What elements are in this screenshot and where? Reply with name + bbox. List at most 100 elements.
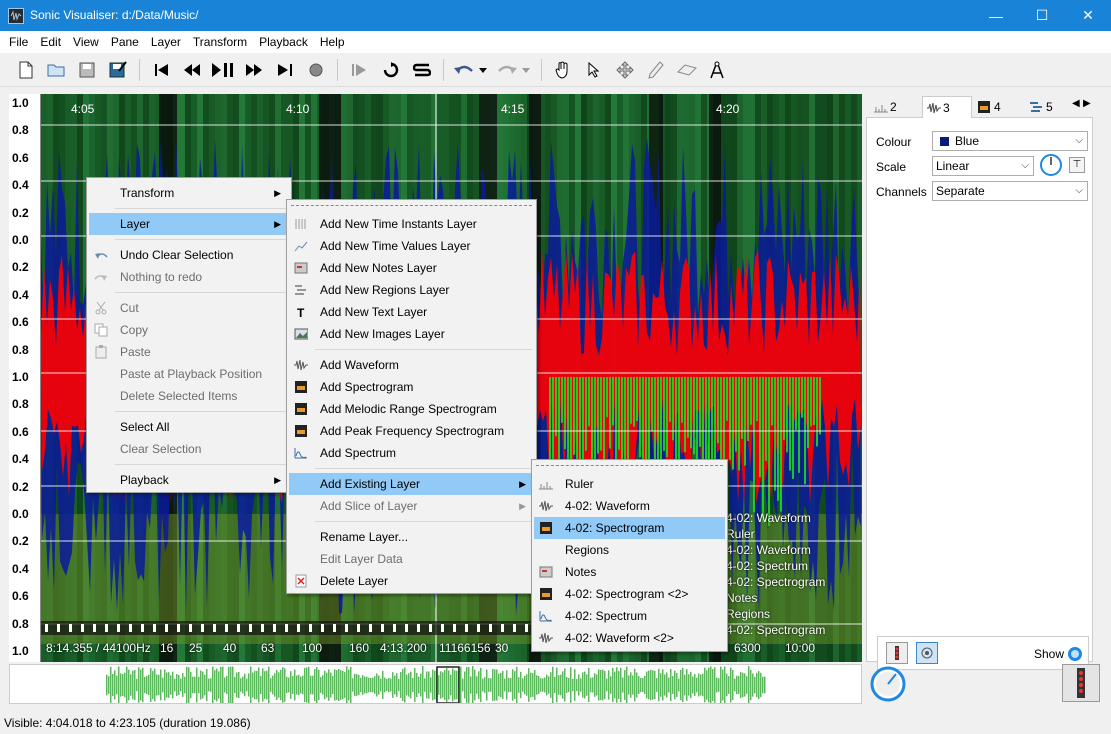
- menu-item-add-existing-layer[interactable]: Add Existing Layer ▶: [289, 473, 534, 495]
- menu-item-existing-waveform-2[interactable]: 4-02: Waveform <2>: [534, 627, 725, 649]
- forward-end-icon[interactable]: [273, 58, 297, 82]
- reset-button[interactable]: ⊤: [1069, 157, 1085, 173]
- vruler-tick: 0.8: [12, 397, 29, 412]
- show-toggle-icon[interactable]: [1067, 646, 1083, 662]
- menu-layer[interactable]: Layer: [145, 31, 187, 53]
- fast-forward-icon[interactable]: [242, 58, 266, 82]
- rewind-icon[interactable]: [180, 58, 204, 82]
- text-icon: T: [297, 306, 305, 319]
- menu-item-add-regions[interactable]: Add New Regions Layer: [289, 279, 534, 301]
- menu-item-cut[interactable]: Cut: [89, 297, 289, 319]
- tab-layer-3[interactable]: 3: [922, 96, 972, 118]
- erase-icon[interactable]: [675, 58, 699, 82]
- menu-item-add-spectrum[interactable]: Add Spectrum: [289, 442, 534, 464]
- menu-pane[interactable]: Pane: [105, 31, 145, 53]
- menu-item-existing-spectrogram[interactable]: 4-02: Spectrogram: [534, 517, 725, 539]
- menu-item-existing-spectrum[interactable]: 4-02: Spectrum: [534, 605, 725, 627]
- menu-item-add-spectrogram[interactable]: Add Spectrogram: [289, 376, 534, 398]
- menu-item-add-time-values[interactable]: Add New Time Values Layer: [289, 235, 534, 257]
- menu-item-layer[interactable]: Layer ▶: [89, 213, 289, 235]
- menu-item-copy[interactable]: Copy: [89, 319, 289, 341]
- level-meter-button[interactable]: [1062, 664, 1100, 702]
- zoom-dial-icon[interactable]: [868, 664, 908, 704]
- vruler-tick: 0.4: [12, 287, 29, 302]
- layer-label: 4-02: Waveform: [726, 511, 811, 525]
- tab-layer-5[interactable]: 5: [1026, 96, 1070, 118]
- tab-layer-2[interactable]: 2: [870, 96, 920, 118]
- tab-scroll-left-icon[interactable]: ◀: [1072, 98, 1082, 114]
- redo-dropdown-icon[interactable]: [519, 58, 533, 82]
- menu-item-paste[interactable]: Paste: [89, 341, 289, 363]
- menu-item-existing-waveform[interactable]: 4-02: Waveform: [534, 495, 725, 517]
- play-pause-icon[interactable]: [211, 58, 235, 82]
- menu-item-add-notes[interactable]: Add New Notes Layer: [289, 257, 534, 279]
- menu-item-playback[interactable]: Playback ▶: [89, 469, 289, 491]
- menu-item-delete-layer[interactable]: Delete Layer: [289, 570, 534, 592]
- menu-item-add-time-instants[interactable]: Add New Time Instants Layer: [289, 213, 534, 235]
- menu-item-delete-selected[interactable]: Delete Selected Items: [89, 385, 289, 407]
- menu-item-edit-layer-data[interactable]: Edit Layer Data: [289, 548, 534, 570]
- regions-icon: [1030, 102, 1042, 112]
- speaker-icon: [921, 647, 933, 659]
- overview-strip[interactable]: [9, 664, 862, 704]
- menu-item-clear-selection[interactable]: Clear Selection: [89, 438, 289, 460]
- rewind-start-icon[interactable]: [150, 58, 174, 82]
- menu-playback[interactable]: Playback: [253, 31, 314, 53]
- play-selection-icon[interactable]: [348, 58, 372, 82]
- close-button[interactable]: ✕: [1065, 0, 1111, 31]
- menu-item-undo[interactable]: Undo Clear Selection: [89, 244, 289, 266]
- draw-pencil-icon[interactable]: [644, 58, 668, 82]
- loop-icon[interactable]: [379, 58, 403, 82]
- menu-item-select-all[interactable]: Select All: [89, 416, 289, 438]
- measure-icon[interactable]: [705, 58, 729, 82]
- vruler-tick: 1.0: [12, 96, 29, 110]
- channels-select[interactable]: Separate ⌵: [932, 181, 1088, 201]
- play-toggle-button[interactable]: [916, 642, 938, 664]
- vruler-tick: 0.6: [12, 315, 29, 330]
- move-icon[interactable]: [613, 58, 637, 82]
- menu-transform[interactable]: Transform: [187, 31, 253, 53]
- scale-label: Scale: [876, 160, 907, 174]
- menu-view[interactable]: View: [67, 31, 105, 53]
- menu-item-add-text[interactable]: T Add New Text Layer: [289, 301, 534, 323]
- undo-dropdown-icon[interactable]: [476, 58, 490, 82]
- select-arrow-icon[interactable]: [582, 58, 606, 82]
- navigate-hand-icon[interactable]: [551, 58, 575, 82]
- menu-file[interactable]: File: [3, 31, 34, 53]
- menu-item-existing-ruler[interactable]: Ruler: [534, 473, 725, 495]
- solo-icon[interactable]: [410, 58, 434, 82]
- menu-edit[interactable]: Edit: [34, 31, 67, 53]
- undo-icon[interactable]: [452, 58, 476, 82]
- save-icon[interactable]: [75, 58, 99, 82]
- overview-waveform[interactable]: [10, 665, 862, 704]
- record-icon[interactable]: [304, 58, 328, 82]
- play-parameters-button[interactable]: [886, 642, 908, 664]
- gain-dial-icon[interactable]: [1039, 153, 1063, 177]
- menu-item-paste-at-playback[interactable]: Paste at Playback Position: [89, 363, 289, 385]
- tab-scroll-right-icon[interactable]: ▶: [1083, 98, 1093, 114]
- spectrogram-icon: [978, 101, 990, 113]
- menu-item-redo[interactable]: Nothing to redo: [89, 266, 289, 288]
- menu-item-add-images[interactable]: Add New Images Layer: [289, 323, 534, 345]
- menu-item-existing-spectrogram-2[interactable]: 4-02: Spectrogram <2>: [534, 583, 725, 605]
- menu-item-rename-layer[interactable]: Rename Layer...: [289, 526, 534, 548]
- menu-item-existing-regions[interactable]: Regions: [534, 539, 725, 561]
- menu-item-transform[interactable]: Transform ▶: [89, 182, 289, 204]
- redo-icon[interactable]: [495, 58, 519, 82]
- minimize-button[interactable]: —: [973, 0, 1019, 31]
- menu-item-add-melodic-spectrogram[interactable]: Add Melodic Range Spectrogram: [289, 398, 534, 420]
- notes-icon: [539, 566, 553, 578]
- menu-item-add-slice[interactable]: Add Slice of Layer ▶: [289, 495, 534, 517]
- layer-label: 4-02: Waveform: [726, 543, 811, 557]
- new-file-icon[interactable]: [14, 58, 38, 82]
- tab-layer-4[interactable]: 4: [974, 96, 1024, 118]
- menu-item-add-waveform[interactable]: Add Waveform: [289, 354, 534, 376]
- open-folder-icon[interactable]: [45, 58, 69, 82]
- maximize-button[interactable]: ☐: [1019, 0, 1065, 31]
- menu-item-existing-notes[interactable]: Notes: [534, 561, 725, 583]
- save-session-icon[interactable]: [106, 58, 130, 82]
- menu-help[interactable]: Help: [314, 31, 351, 53]
- menu-item-add-peak-spectrogram[interactable]: Add Peak Frequency Spectrogram: [289, 420, 534, 442]
- colour-select[interactable]: Blue ⌵: [932, 131, 1088, 151]
- scale-select[interactable]: Linear ⌵: [932, 156, 1034, 176]
